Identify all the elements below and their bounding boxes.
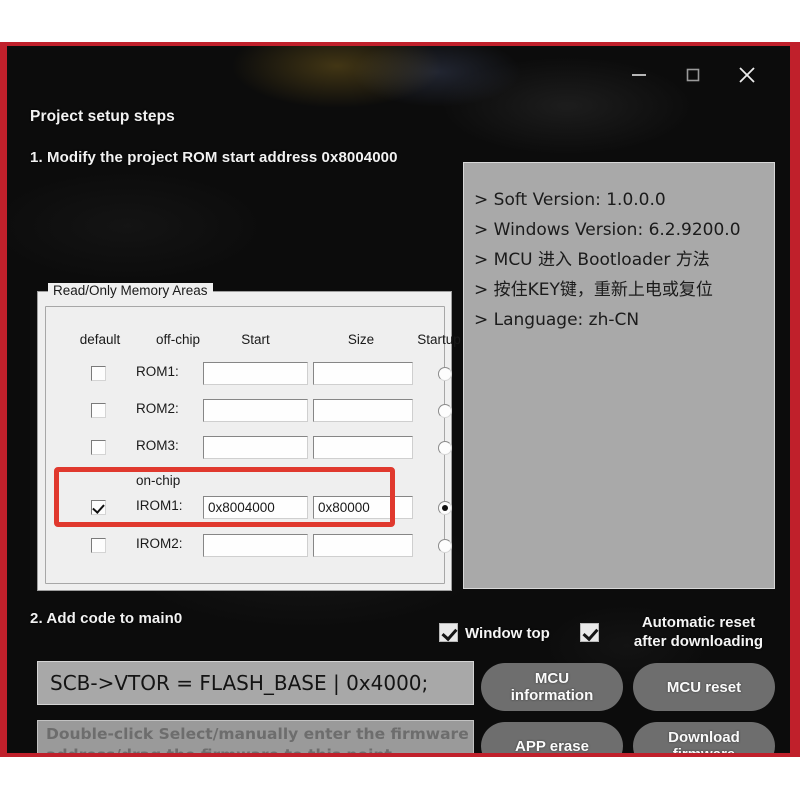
row-size-input[interactable] — [313, 436, 413, 459]
row-label: IROM1: — [136, 498, 183, 513]
row-label: ROM1: — [136, 364, 179, 379]
auto-reset-label-line2: after downloading — [633, 633, 764, 650]
row-label: ROM2: — [136, 401, 179, 416]
application-window: Project setup steps 1. Modify the projec… — [0, 42, 800, 757]
row-size-input[interactable] — [313, 534, 413, 557]
row-start-input[interactable] — [203, 534, 308, 557]
mcu-info-panel: > Soft Version: 1.0.0.0 > Windows Versio… — [463, 162, 775, 589]
auto-reset-label-line1: Automatic reset — [641, 614, 756, 631]
download-firmware-label-line1: Download — [668, 729, 740, 746]
maximize-icon[interactable] — [670, 55, 716, 95]
column-header-start: Start — [241, 332, 270, 347]
row-start-input[interactable]: 0x8004000 — [203, 496, 308, 519]
close-icon[interactable] — [724, 55, 770, 95]
title-bar — [7, 46, 790, 104]
auto-reset-checkbox[interactable] — [580, 623, 599, 642]
row-size-input[interactable] — [313, 362, 413, 385]
row-label: ROM3: — [136, 438, 179, 453]
row-startup-radio[interactable] — [438, 404, 452, 418]
table-row: IROM2: — [38, 532, 453, 562]
mcu-reset-button[interactable]: MCU reset — [633, 663, 775, 711]
table-row: ROM1: — [38, 360, 453, 390]
info-line: > 按住KEY键，重新上电或复位 — [474, 280, 713, 300]
window-top-checkbox[interactable] — [439, 623, 458, 642]
column-header-default: default — [79, 332, 121, 347]
row-size-input[interactable] — [313, 399, 413, 422]
row-default-checkbox[interactable] — [91, 538, 106, 553]
app-erase-button[interactable]: APP erase — [481, 722, 623, 755]
row-start-input[interactable] — [203, 362, 308, 385]
info-line: > Soft Version: 1.0.0.0 — [474, 190, 666, 210]
row-default-checkbox[interactable] — [91, 500, 106, 515]
readonly-memory-areas-panel: Read/Only Memory Areas default off-chip … — [37, 283, 461, 591]
mcu-information-label-line2: information — [510, 687, 594, 704]
step-1-text: 1. Modify the project ROM start address … — [30, 149, 398, 166]
page-title: Project setup steps — [30, 108, 175, 125]
onchip-section-label: on-chip — [136, 473, 181, 488]
row-start-input[interactable] — [203, 399, 308, 422]
mcu-reset-label: MCU reset — [666, 678, 742, 696]
info-line: > Windows Version: 6.2.9200.0 — [474, 220, 741, 240]
table-row: ROM3: — [38, 434, 453, 464]
table-row: IROM1: 0x8004000 0x80000 — [38, 494, 453, 524]
mcu-information-label-line1: MCU — [534, 670, 570, 687]
firmware-drop-zone[interactable]: Double-click Select/manually enter the f… — [37, 720, 474, 753]
memory-fieldset-legend: Read/Only Memory Areas — [48, 283, 213, 298]
app-erase-label: APP erase — [515, 737, 589, 755]
row-label: IROM2: — [136, 536, 183, 551]
minimize-icon[interactable] — [616, 55, 662, 95]
row-default-checkbox[interactable] — [91, 366, 106, 381]
row-default-checkbox[interactable] — [91, 403, 106, 418]
table-row: ROM2: — [38, 397, 453, 427]
row-start-input[interactable] — [203, 436, 308, 459]
left-column: Project setup steps 1. Modify the projec… — [21, 108, 471, 166]
window-top-label: Window top — [465, 625, 550, 642]
row-default-checkbox[interactable] — [91, 440, 106, 455]
mcu-information-button[interactable]: MCU information — [481, 663, 623, 711]
download-firmware-label-line2: firmware — [672, 746, 736, 757]
info-line: > MCU 进入 Bootloader 方法 — [474, 250, 710, 270]
info-line: > Language: zh-CN — [474, 310, 640, 330]
step-2-text: 2. Add code to main0 — [30, 610, 183, 627]
row-startup-radio[interactable] — [438, 441, 452, 455]
column-header-size: Size — [347, 332, 375, 347]
row-startup-radio[interactable] — [438, 539, 452, 553]
row-startup-radio[interactable] — [438, 501, 452, 515]
vtor-code-field[interactable]: SCB->VTOR = FLASH_BASE | 0x4000; — [37, 661, 474, 705]
auto-reset-label: Automatic reset after downloading — [611, 613, 786, 651]
row-size-input[interactable]: 0x80000 — [313, 496, 413, 519]
download-firmware-button[interactable]: Download firmware — [633, 722, 775, 757]
page-root: Project setup steps 1. Modify the projec… — [0, 0, 800, 800]
row-startup-radio[interactable] — [438, 367, 452, 381]
